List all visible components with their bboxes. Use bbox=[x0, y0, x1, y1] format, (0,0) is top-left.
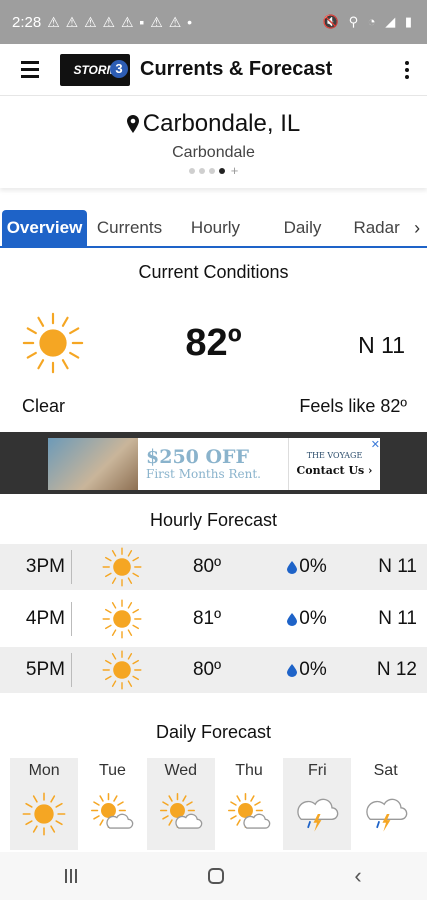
daily-item[interactable]: Sat bbox=[351, 758, 419, 850]
partly-cloudy-icon bbox=[90, 792, 134, 841]
page-dot[interactable] bbox=[188, 168, 195, 174]
hourly-row[interactable]: 4PM 81º 0% N 11 bbox=[0, 596, 427, 642]
chevron-right-icon[interactable]: › bbox=[407, 210, 427, 246]
daily-label: Wed bbox=[164, 762, 198, 779]
tab-currents[interactable]: Currents bbox=[87, 210, 172, 246]
hourly-precip: 0% bbox=[242, 556, 372, 578]
hourly-time: 5PM bbox=[0, 653, 72, 687]
page-dot[interactable] bbox=[218, 168, 225, 174]
daily-label: Sat bbox=[373, 762, 398, 779]
sun-icon bbox=[72, 650, 172, 690]
app-title: Currents & Forecast bbox=[140, 58, 333, 80]
current-conditions-title: Current Conditions bbox=[138, 262, 289, 282]
location-subtitle: Carbondale bbox=[172, 144, 255, 161]
hourly-time: 4PM bbox=[0, 602, 72, 636]
back-icon[interactable]: ‹ bbox=[354, 863, 361, 889]
feels-like: Feels like 82º bbox=[299, 396, 407, 416]
hourly-precip: 0% bbox=[242, 608, 372, 630]
hourly-wind: N 11 bbox=[378, 556, 417, 577]
system-icons: 🔇 ⚲ ◔ ◢ ▮ bbox=[322, 14, 415, 29]
tab-hourly[interactable]: Hourly bbox=[172, 210, 259, 246]
home-icon[interactable] bbox=[207, 868, 224, 884]
hourly-precip: 0% bbox=[242, 659, 372, 681]
location-card[interactable]: Carbondale, IL Carbondale + bbox=[0, 96, 427, 188]
logo-number: 3 bbox=[110, 59, 128, 78]
tab-radar[interactable]: Radar bbox=[346, 210, 407, 246]
tab-daily[interactable]: Daily bbox=[259, 210, 346, 246]
hourly-forecast-title: Hourly Forecast bbox=[149, 510, 278, 530]
storm-track-logo: STORM 3 bbox=[60, 53, 130, 86]
hourly-temp: 80º bbox=[192, 659, 222, 680]
daily-item[interactable]: Fri bbox=[283, 758, 352, 850]
ad-brand: THE VOYAGE bbox=[306, 451, 363, 460]
more-options-icon[interactable] bbox=[387, 44, 427, 96]
hourly-temp: 81º bbox=[192, 608, 222, 629]
hourly-precip-value: 0% bbox=[299, 659, 327, 680]
sun-icon bbox=[72, 547, 172, 587]
page-dot[interactable] bbox=[198, 168, 205, 174]
daily-label: Tue bbox=[98, 762, 126, 779]
ad-text: $250 OFF First Months Rent. bbox=[138, 447, 288, 481]
hourly-row[interactable]: 3PM 80º 0% N 11 bbox=[0, 544, 427, 590]
ad-cta[interactable]: Contact Us › bbox=[297, 464, 373, 477]
sun-icon bbox=[72, 599, 172, 639]
current-wind: N 11 bbox=[358, 332, 405, 358]
raindrop-icon bbox=[287, 612, 298, 626]
hourly-time: 3PM bbox=[0, 550, 72, 584]
current-description: Clear bbox=[22, 396, 66, 416]
daily-forecast-list: Mon Tue Wed Thu Fri Sat bbox=[10, 758, 420, 850]
menu-icon[interactable] bbox=[0, 44, 60, 96]
sun-icon bbox=[22, 792, 66, 841]
partly-cloudy-icon bbox=[159, 792, 203, 841]
system-nav-bar: ‹ bbox=[0, 852, 427, 900]
thunderstorm-icon bbox=[295, 792, 339, 841]
raindrop-icon bbox=[287, 663, 298, 677]
daily-forecast-title: Daily Forecast bbox=[155, 722, 272, 742]
hourly-wind: N 11 bbox=[378, 608, 417, 629]
notification-icons: ⚠ ⚠ ⚠ ⚠ ⚠ ▪ ⚠ ⚠ • bbox=[47, 13, 194, 30]
hourly-precip-value: 0% bbox=[299, 556, 327, 577]
ad-subline: First Months Rent. bbox=[146, 467, 261, 481]
hourly-wind: N 12 bbox=[376, 659, 417, 680]
daily-item[interactable]: Wed bbox=[146, 758, 215, 850]
daily-item[interactable]: Mon bbox=[10, 758, 79, 850]
hourly-precip-value: 0% bbox=[299, 608, 327, 629]
page-dot[interactable] bbox=[208, 168, 215, 174]
location-pin-icon bbox=[126, 115, 139, 133]
daily-label: Fri bbox=[308, 762, 327, 779]
ad-banner[interactable]: $250 OFF First Months Rent. THE VOYAGE C… bbox=[48, 438, 380, 490]
location-header: Carbondale, IL bbox=[0, 110, 427, 138]
tab-bar: Overview Currents Hourly Daily Radar › bbox=[0, 210, 427, 248]
ad-close-icon[interactable]: ✕ bbox=[371, 438, 380, 451]
partly-cloudy-icon bbox=[227, 792, 271, 841]
raindrop-icon bbox=[287, 560, 298, 574]
thunderstorm-icon bbox=[364, 792, 408, 841]
add-location-icon[interactable]: + bbox=[231, 164, 239, 177]
daily-item[interactable]: Tue bbox=[78, 758, 146, 850]
status-bar: 2:28 ⚠ ⚠ ⚠ ⚠ ⚠ ▪ ⚠ ⚠ • 🔇 ⚲ ◔ ◢ ▮ bbox=[0, 0, 427, 44]
status-time: 2:28 bbox=[12, 13, 42, 31]
page-indicator[interactable]: + bbox=[0, 164, 427, 177]
location-name: Carbondale, IL bbox=[142, 110, 301, 137]
recents-icon[interactable] bbox=[65, 869, 78, 883]
hourly-temp: 80º bbox=[192, 556, 222, 577]
ad-cta-panel[interactable]: THE VOYAGE Contact Us › bbox=[288, 438, 380, 490]
daily-item[interactable]: Thu bbox=[215, 758, 283, 850]
daily-label: Mon bbox=[28, 762, 60, 779]
app-bar: STORM 3 Currents & Forecast bbox=[0, 44, 427, 96]
ad-headline: $250 OFF bbox=[146, 446, 250, 468]
tab-overview[interactable]: Overview bbox=[2, 210, 87, 246]
ad-photo bbox=[48, 438, 138, 490]
hourly-row[interactable]: 5PM 80º 0% N 12 bbox=[0, 647, 427, 693]
daily-label: Thu bbox=[235, 762, 263, 779]
